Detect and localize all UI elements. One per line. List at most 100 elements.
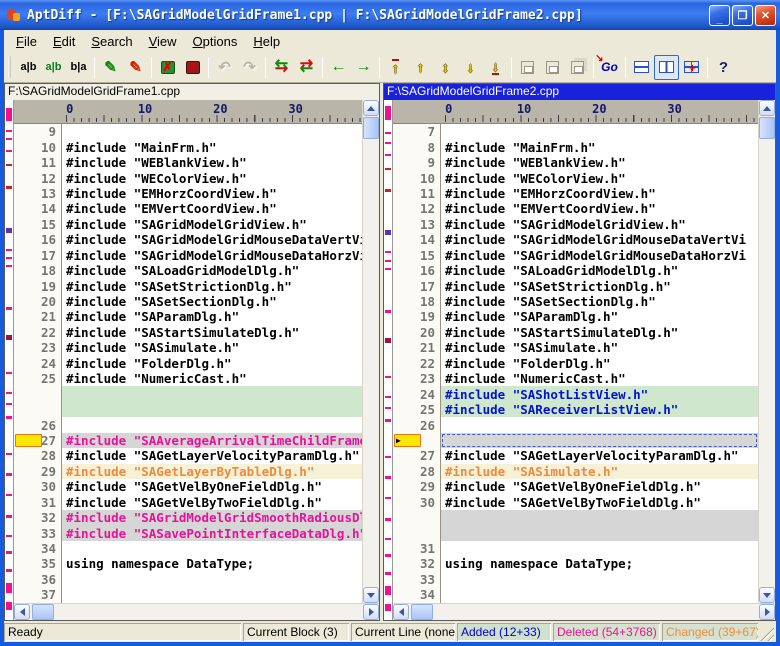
delete-left-block-button[interactable]: ✗ — [155, 55, 180, 80]
code-row[interactable]: 25#include "NumericCast.h" — [14, 371, 362, 386]
copy-block-left-button[interactable]: ⇆ — [269, 55, 294, 80]
horizontal-scroll-thumb[interactable] — [32, 604, 54, 620]
code-row[interactable]: 28#include "SAGetLayerVelocityParamDlg.h… — [14, 448, 362, 463]
prev-diff-button[interactable]: ↑ — [408, 55, 433, 80]
code-row[interactable]: 25#include "SAReceiverListView.h" — [393, 402, 758, 417]
code-row[interactable]: 34 — [14, 541, 362, 556]
menu-edit[interactable]: Edit — [45, 31, 83, 52]
placeholder-row[interactable] — [393, 525, 758, 540]
scroll-track[interactable] — [433, 604, 759, 620]
vertical-scroll-thumb[interactable] — [759, 117, 775, 139]
code-row[interactable]: 21#include "SAParamDlg.h" — [14, 309, 362, 324]
code-row[interactable]: 24#include "FolderDlg.h" — [14, 356, 362, 371]
code-row[interactable]: 23#include "SASimulate.h" — [14, 340, 362, 355]
horizontal-scrollbar-right[interactable] — [393, 603, 775, 620]
code-row[interactable]: 18#include "SASetSectionDlg.h" — [393, 294, 758, 309]
vertical-scrollbar-left[interactable] — [362, 100, 379, 603]
code-row[interactable]: 26 — [393, 417, 758, 432]
goto-button[interactable]: Go — [597, 55, 622, 80]
last-diff-button[interactable]: ↓ — [483, 55, 508, 80]
view-vertical-split-button[interactable] — [654, 55, 679, 80]
placeholder-row[interactable] — [14, 402, 362, 417]
code-row[interactable]: 21#include "SASimulate.h" — [393, 340, 758, 355]
first-diff-button[interactable]: ↑ — [383, 55, 408, 80]
scroll-track[interactable] — [54, 604, 363, 620]
scroll-track[interactable] — [759, 139, 775, 587]
code-row[interactable]: 32using namespace DataType; — [393, 556, 758, 571]
code-row[interactable]: 16#include "SALoadGridModelDlg.h" — [393, 263, 758, 278]
code-row[interactable]: 12#include "WEColorView.h" — [14, 170, 362, 185]
code-row[interactable]: 27#include "SAGetLayerVelocityParamDlg.h… — [393, 448, 758, 463]
code-row[interactable]: 26 — [14, 417, 362, 432]
code-row[interactable]: 32#include "SAGridModelGridSmoothRadious… — [14, 510, 362, 525]
vertical-scrollbar-right[interactable] — [758, 100, 775, 603]
placeholder-row[interactable] — [393, 433, 758, 448]
edit-left-button[interactable]: ✎ — [98, 55, 123, 80]
menu-file[interactable]: File — [8, 31, 45, 52]
code-row[interactable]: 29#include "SAGetLayerByTableDlg.h" — [14, 464, 362, 479]
minimize-button[interactable]: _ — [709, 5, 730, 26]
toolbar-grip[interactable] — [8, 56, 11, 78]
diff-overview-map-right[interactable] — [384, 100, 393, 620]
code-row[interactable]: 19#include "SASetStrictionDlg.h" — [14, 278, 362, 293]
horizontal-scrollbar-left[interactable] — [14, 603, 379, 620]
code-row[interactable]: 27#include "SAAverageArrivalTimeChildFra… — [14, 433, 362, 448]
code-row[interactable]: 20#include "SASetSectionDlg.h" — [14, 294, 362, 309]
compare-ab-button[interactable]: a|b — [16, 55, 41, 80]
code-row[interactable]: 33#include "SASavePointInterfaceDataDlg.… — [14, 525, 362, 540]
placeholder-row[interactable] — [393, 510, 758, 525]
code-row[interactable]: 12#include "EMVertCoordView.h" — [393, 201, 758, 216]
code-row[interactable]: 11#include "EMHorzCoordView.h" — [393, 186, 758, 201]
prev-pane-button[interactable]: ← — [326, 55, 351, 80]
code-row[interactable]: 17#include "SASetStrictionDlg.h" — [393, 278, 758, 293]
code-row[interactable]: 22#include "FolderDlg.h" — [393, 356, 758, 371]
code-row[interactable]: 37 — [14, 587, 362, 602]
code-row[interactable]: 17#include "SAGridModelGridMouseDataHorz… — [14, 248, 362, 263]
undo-button[interactable]: ↶ — [212, 55, 237, 80]
next-diff-button[interactable]: ↓ — [458, 55, 483, 80]
code-row[interactable]: 13#include "SAGridModelGridView.h" — [393, 217, 758, 232]
code-row[interactable]: 30#include "SAGetVelByOneFieldDlg.h" — [14, 479, 362, 494]
redo-button[interactable]: ↷ — [237, 55, 262, 80]
scroll-down-button[interactable] — [363, 587, 379, 603]
menu-view[interactable]: View — [141, 31, 185, 52]
code-row[interactable]: 33 — [393, 572, 758, 587]
code-row[interactable]: 31#include "SAGetVelByTwoFieldDlg.h" — [14, 495, 362, 510]
save-right-button[interactable] — [540, 55, 565, 80]
code-row[interactable]: 7 — [393, 124, 758, 139]
maximize-button[interactable]: ❐ — [732, 5, 753, 26]
code-row[interactable]: 36 — [14, 572, 362, 587]
scroll-track[interactable] — [363, 139, 379, 587]
edit-right-button[interactable]: ✎ — [123, 55, 148, 80]
code-row[interactable]: 35using namespace DataType; — [14, 556, 362, 571]
scroll-down-button[interactable] — [759, 587, 775, 603]
code-row[interactable]: 24#include "SAShotListView.h" — [393, 386, 758, 401]
code-row[interactable]: 8#include "MainFrm.h" — [393, 139, 758, 154]
code-row[interactable]: 15#include "SAGridModelGridView.h" — [14, 217, 362, 232]
code-row[interactable]: 31 — [393, 541, 758, 556]
code-row[interactable]: 9 — [14, 124, 362, 139]
code-row[interactable]: 19#include "SAParamDlg.h" — [393, 309, 758, 324]
menu-options[interactable]: Options — [185, 31, 246, 52]
copy-block-right-button[interactable]: ⇄ — [294, 55, 319, 80]
close-button[interactable]: ✕ — [755, 5, 776, 26]
view-horizontal-split-button[interactable] — [629, 55, 654, 80]
horizontal-scroll-thumb[interactable] — [411, 604, 433, 620]
view-grid-button[interactable] — [679, 55, 704, 80]
scroll-up-button[interactable] — [363, 100, 379, 116]
scroll-left-button[interactable] — [14, 604, 30, 620]
resize-grip[interactable] — [760, 623, 774, 641]
help-button[interactable]: ? — [711, 55, 736, 80]
current-diff-button[interactable]: ↕ — [433, 55, 458, 80]
recompare-button[interactable]: a|b — [41, 55, 66, 80]
code-row[interactable]: 15#include "SAGridModelGridMouseDataHorz… — [393, 248, 758, 263]
code-row[interactable]: 10#include "WEColorView.h" — [393, 170, 758, 185]
menu-help[interactable]: Help — [245, 31, 288, 52]
diff-overview-map-left[interactable] — [5, 100, 14, 620]
scroll-up-button[interactable] — [759, 100, 775, 116]
code-row[interactable]: 23#include "NumericCast.h" — [393, 371, 758, 386]
menu-search[interactable]: Search — [83, 31, 140, 52]
code-row[interactable]: 11#include "WEBlankView.h" — [14, 155, 362, 170]
scroll-right-button[interactable] — [759, 604, 775, 620]
delete-right-block-button[interactable]: ✗ — [180, 55, 205, 80]
